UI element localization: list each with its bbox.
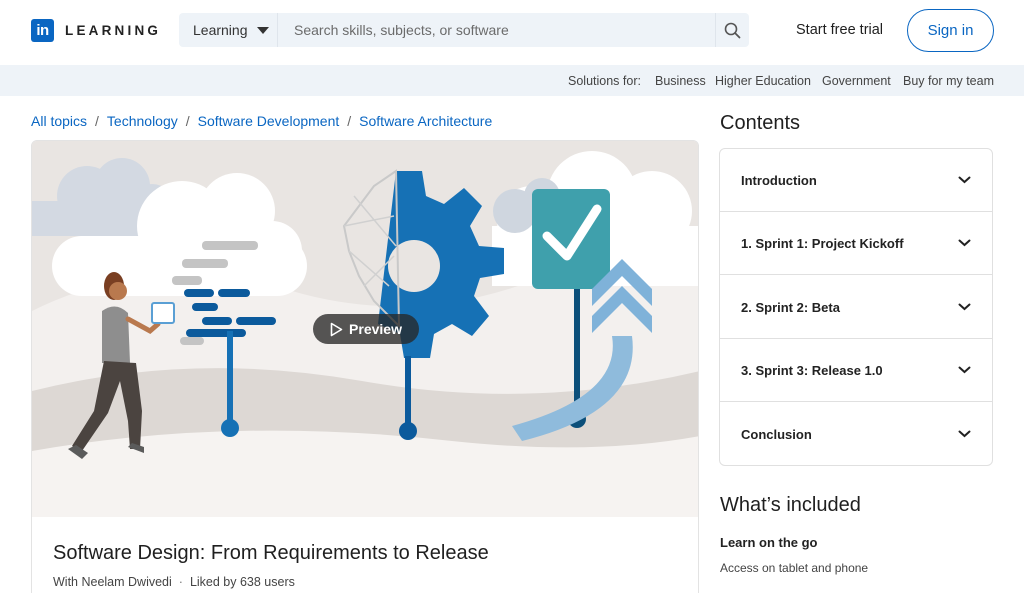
- course-author[interactable]: With Neelam Dwivedi: [53, 575, 172, 589]
- preview-button[interactable]: Preview: [313, 314, 419, 344]
- course-hero-image[interactable]: Preview: [32, 141, 698, 517]
- meta-separator: ·: [178, 575, 183, 589]
- search-icon: [724, 22, 741, 38]
- search-bar: Learning: [179, 13, 749, 47]
- solutions-link-higher-education[interactable]: Higher Education: [715, 74, 811, 88]
- top-navigation: in LEARNING Learning Start free trial Si…: [0, 0, 1024, 64]
- toc-item-introduction[interactable]: Introduction: [720, 149, 992, 212]
- toc-item-label: 3. Sprint 3: Release 1.0: [741, 362, 883, 378]
- chevron-down-icon: [958, 176, 971, 184]
- linkedin-logo-icon: in: [31, 19, 54, 42]
- toc-item-label: 2. Sprint 2: Beta: [741, 299, 840, 315]
- play-icon: [330, 322, 343, 336]
- logo-text: LEARNING: [65, 23, 162, 38]
- breadcrumb: All topics / Technology / Software Devel…: [31, 113, 492, 129]
- solutions-label: Solutions for:: [568, 74, 641, 88]
- chevron-down-icon: [958, 239, 971, 247]
- toc-item-label: Conclusion: [741, 427, 812, 442]
- breadcrumb-all-topics[interactable]: All topics: [31, 113, 87, 129]
- breadcrumb-separator: /: [95, 113, 99, 129]
- breadcrumb-separator: /: [185, 113, 190, 129]
- start-free-trial-link[interactable]: Start free trial: [796, 22, 883, 38]
- chevron-down-icon: [958, 366, 971, 374]
- solutions-link-buy-for-my-team[interactable]: Buy for my team: [903, 74, 994, 88]
- course-title: Software Design: From Requirements to Re…: [53, 542, 489, 564]
- toc-item-sprint-3[interactable]: 3. Sprint 3: Release 1.0: [720, 339, 992, 402]
- toc-item-sprint-1[interactable]: 1. Sprint 1: Project Kickoff: [720, 212, 992, 275]
- breadcrumb-software-architecture[interactable]: Software Architecture: [359, 113, 492, 129]
- breadcrumb-software-development[interactable]: Software Development: [198, 113, 340, 129]
- breadcrumb-technology[interactable]: Technology: [107, 113, 178, 129]
- course-meta: With Neelam Dwivedi · Liked by 638 users: [53, 575, 295, 589]
- preview-label: Preview: [349, 321, 402, 337]
- search-button[interactable]: [715, 13, 749, 47]
- toc-item-label: Introduction: [741, 172, 817, 188]
- solutions-link-government[interactable]: Government: [822, 74, 891, 88]
- toc-item-sprint-2[interactable]: 2. Sprint 2: Beta: [720, 276, 992, 339]
- course-likes: Liked by 638 users: [189, 575, 295, 589]
- chevron-down-icon: [958, 430, 971, 438]
- search-category-label: Learning: [193, 22, 248, 38]
- solutions-link-business[interactable]: Business: [655, 74, 706, 88]
- included-item-description: Access on tablet and phone: [720, 561, 869, 575]
- search-input[interactable]: [278, 13, 715, 47]
- chevron-down-icon: [958, 303, 971, 311]
- contents-list: Introduction 1. Sprint 1: Project Kickof…: [719, 148, 993, 466]
- whats-included-heading: What’s included: [720, 494, 861, 516]
- breadcrumb-separator: /: [347, 113, 352, 129]
- toc-item-conclusion[interactable]: Conclusion: [720, 403, 992, 466]
- contents-heading: Contents: [720, 112, 801, 134]
- included-item-title: Learn on the go: [720, 535, 818, 550]
- course-card: Preview Software Design: From Requiremen…: [31, 140, 699, 593]
- toc-item-label: 1. Sprint 1: Project Kickoff: [741, 235, 904, 251]
- sign-in-button[interactable]: Sign in: [907, 9, 994, 52]
- solutions-bar: Solutions for: Business Higher Education…: [0, 65, 1024, 96]
- linkedin-learning-logo[interactable]: in LEARNING: [31, 19, 161, 42]
- caret-down-icon: [256, 26, 269, 34]
- search-category-dropdown[interactable]: Learning: [179, 13, 278, 47]
